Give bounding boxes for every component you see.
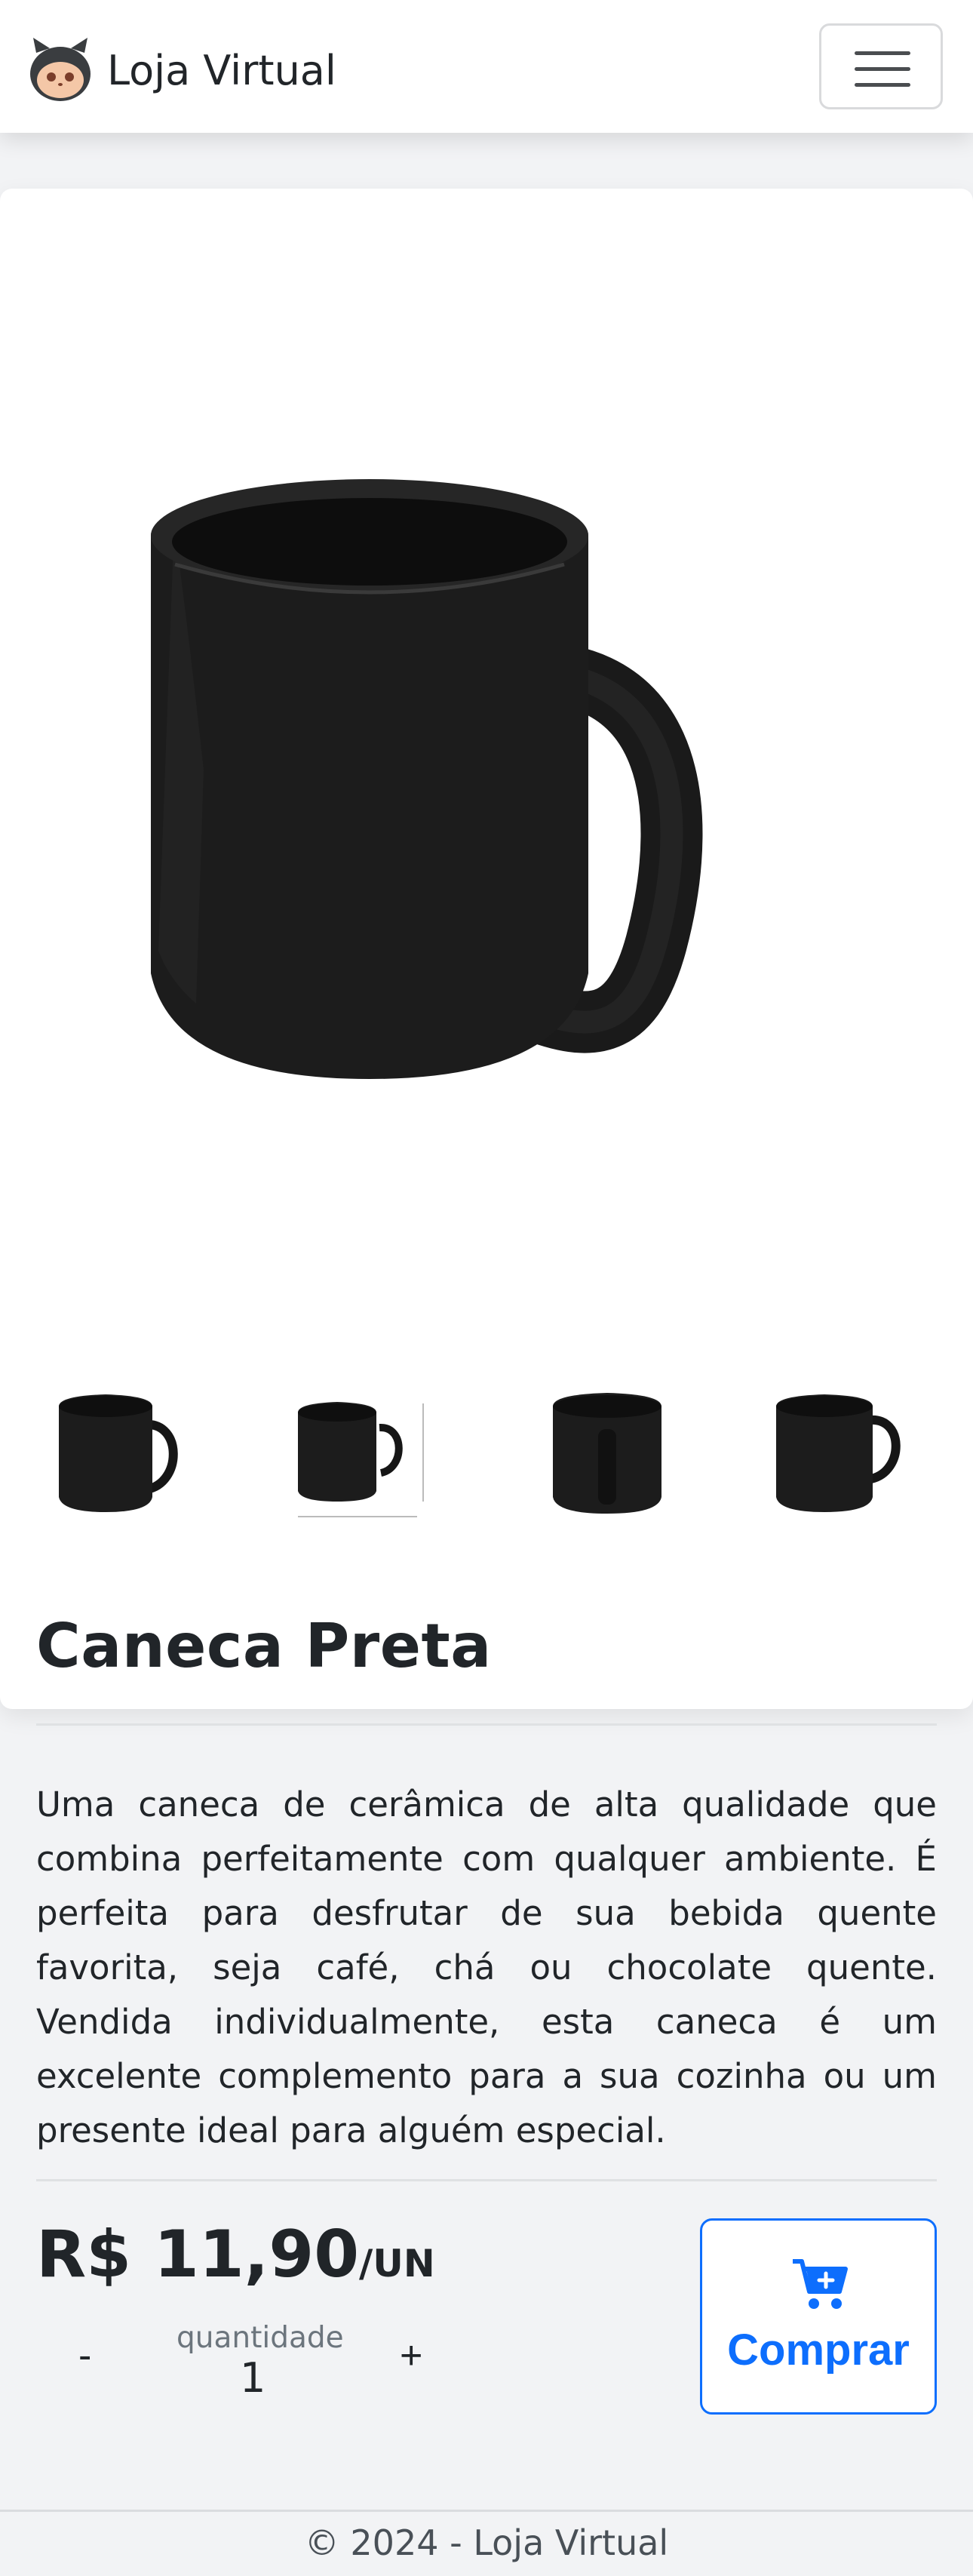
price-unit: /UN	[359, 2242, 435, 2286]
navbar: Loja Virtual	[0, 0, 973, 133]
footer: © 2024 - Loja Virtual	[0, 2510, 973, 2576]
cart-plus-icon	[793, 2259, 848, 2309]
brand-link[interactable]: Loja Virtual	[26, 36, 336, 104]
menu-toggle-button[interactable]	[819, 23, 943, 109]
buy-button-label: Comprar	[727, 2325, 910, 2375]
thumbnail-2[interactable]	[290, 1384, 426, 1520]
brand-name: Loja Virtual	[107, 46, 336, 94]
product-card: Caneca Preta	[0, 189, 973, 1709]
footer-text: © 2024 - Loja Virtual	[304, 2522, 669, 2563]
buy-button[interactable]: Comprar	[700, 2218, 937, 2415]
price-value: R$ 11,90	[36, 2217, 360, 2292]
thumbnail-3[interactable]	[539, 1384, 675, 1520]
thumbnail-1[interactable]	[53, 1384, 189, 1520]
octocat-icon	[30, 38, 91, 101]
product-main-image[interactable]	[113, 423, 837, 1117]
quantity-value[interactable]: 1	[240, 2354, 266, 2402]
product-description: Uma caneca de cerâmica de alta qualidade…	[36, 1784, 937, 2150]
divider	[36, 2179, 937, 2181]
quantity-increase-button[interactable]: +	[400, 2333, 422, 2378]
quantity-label: quantidade	[176, 2321, 344, 2355]
product-title: Caneca Preta	[36, 1611, 492, 1681]
thumbnail-4[interactable]	[766, 1384, 901, 1520]
price-display: R$ 11,90/UN	[36, 2217, 435, 2292]
hamburger-icon	[855, 51, 910, 55]
product-thumbnails	[0, 1384, 973, 1520]
divider	[36, 1723, 937, 1726]
quantity-decrease-button[interactable]: -	[78, 2333, 91, 2378]
